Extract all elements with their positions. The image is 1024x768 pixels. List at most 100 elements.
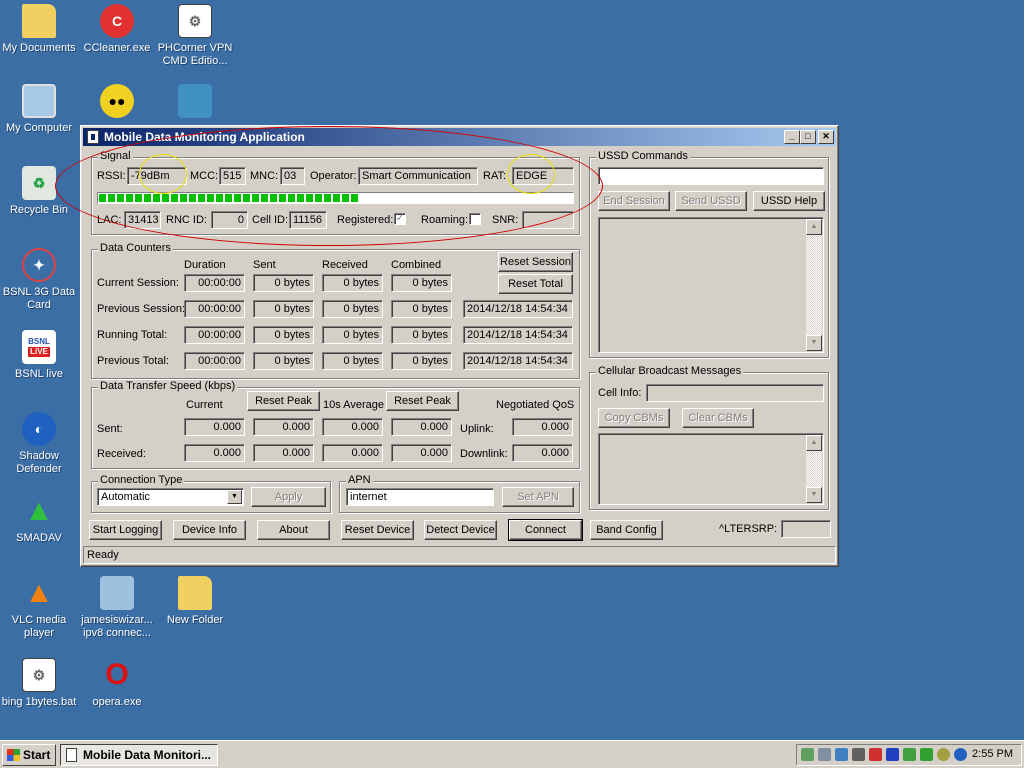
connection-type-value: Automatic [101, 491, 150, 503]
desktop-icon-ghost[interactable]: ●● [78, 84, 156, 122]
tray-volume-icon[interactable] [852, 748, 865, 761]
tray-grid-icon[interactable] [886, 748, 899, 761]
cell-info-label: Cell Info: [598, 387, 642, 399]
counter-row-label: Running Total: [97, 329, 168, 341]
tray-network-icon[interactable] [801, 748, 814, 761]
ussd-help-button[interactable]: USSD Help [753, 191, 825, 211]
copy-cbms-button[interactable]: Copy CBMs [598, 408, 670, 428]
cbm-scrollbar[interactable]: ▲ ▼ [806, 435, 822, 503]
start-button[interactable]: Start [2, 744, 56, 766]
desktop-icon-phcorner-vpn[interactable]: ⚙ PHCorner VPN CMD Editio... [156, 4, 234, 68]
counter-sent: 0 bytes [253, 274, 314, 292]
apply-button[interactable]: Apply [251, 487, 326, 507]
reset-total-button[interactable]: Reset Total [498, 274, 573, 294]
main-window: Mobile Data Monitoring Application _ □ ✕… [55, 125, 839, 567]
connect-button[interactable]: Connect [508, 519, 583, 541]
counter-timestamp: 2014/12/18 14:54:34 [463, 300, 573, 318]
desktop-icon-opera[interactable]: O opera.exe [78, 658, 156, 709]
desktop-icon-label: BSNL live [15, 368, 63, 380]
start-logging-button[interactable]: Start Logging [89, 520, 162, 540]
tray-monitor-icon[interactable] [903, 748, 916, 761]
app-phone-icon [66, 748, 77, 762]
ussd-scrollbar[interactable]: ▲ ▼ [806, 219, 822, 351]
speed-received-average: 0.000 [322, 444, 383, 462]
ghost-icon: ●● [100, 84, 134, 118]
col-current: Current [186, 399, 223, 411]
desktop-icon-label: My Documents [2, 42, 76, 54]
desktop-icon-my-computer[interactable]: My Computer [0, 84, 78, 135]
maximize-button[interactable]: □ [800, 130, 816, 144]
col-combined: Combined [391, 259, 442, 271]
batch-file-icon: ⚙ [178, 4, 212, 38]
scroll-down-icon[interactable]: ▼ [806, 335, 822, 351]
counter-duration: 00:00:00 [184, 326, 245, 344]
reset-peak-current-button[interactable]: Reset Peak [247, 391, 320, 411]
counter-duration: 00:00:00 [184, 300, 245, 318]
counter-row-label: Previous Total: [97, 355, 169, 367]
counter-received: 0 bytes [322, 300, 383, 318]
reset-device-button[interactable]: Reset Device [341, 520, 414, 540]
counter-combined: 0 bytes [391, 352, 452, 370]
desktop-icon-bsnl-live[interactable]: BSNL LiVE BSNL live [0, 330, 78, 381]
reset-peak-average-button[interactable]: Reset Peak [386, 391, 459, 411]
counter-row-label: Previous Session: [97, 303, 186, 315]
desktop-icon-label: My Computer [5, 122, 73, 134]
ussd-input[interactable] [598, 167, 824, 185]
desktop-icon-my-documents[interactable]: My Documents [0, 4, 78, 55]
band-config-button[interactable]: Band Config [590, 520, 663, 540]
clock[interactable]: 2:55 PM [972, 748, 1013, 760]
connection-type-select[interactable]: Automatic ▼ [97, 488, 244, 506]
set-apn-button[interactable]: Set APN [502, 487, 574, 507]
close-button[interactable]: ✕ [818, 130, 834, 144]
send-ussd-button[interactable]: Send USSD [675, 191, 747, 211]
desktop-icon-new-folder[interactable]: New Folder [156, 576, 234, 627]
tray-shield-icon[interactable] [869, 748, 882, 761]
desktop-icon-jamesiswizar[interactable]: jamesiswizar... ipv8 connec... [78, 576, 156, 640]
tray-tools-icon[interactable] [818, 748, 831, 761]
desktop-icon-vlc[interactable]: ▲ VLC media player [0, 576, 78, 640]
windows-logo-icon [7, 749, 20, 761]
tray-defender-icon[interactable] [954, 748, 967, 761]
tray-disconnected-icon[interactable] [835, 748, 848, 761]
desktop-icon-ccleaner[interactable]: C CCleaner.exe [78, 4, 156, 55]
col-sent: Sent [253, 259, 276, 271]
col-negotiated-qos: Negotiated QoS [496, 399, 575, 411]
batch-file-icon: ⚙ [22, 658, 56, 692]
about-button[interactable]: About [257, 520, 330, 540]
counter-timestamp: 2014/12/18 14:54:34 [463, 352, 573, 370]
cbm-list[interactable]: ▲ ▼ [598, 433, 824, 505]
device-info-button[interactable]: Device Info [173, 520, 246, 540]
clear-cbms-button[interactable]: Clear CBMs [682, 408, 754, 428]
bsnl-live-icon: BSNL LiVE [22, 330, 56, 364]
ussd-response-list[interactable]: ▲ ▼ [598, 217, 824, 353]
counter-row-label: Current Session: [97, 277, 179, 289]
group-title: USSD Commands [596, 150, 690, 162]
tray-update-icon[interactable] [937, 748, 950, 761]
desktop-icon-person[interactable] [156, 84, 234, 122]
group-title: Data Transfer Speed (kbps) [98, 380, 238, 392]
dropdown-arrow-icon[interactable]: ▼ [227, 490, 242, 504]
speed-sent-average-peak: 0.000 [391, 418, 452, 436]
desktop-icon-shadow-defender[interactable]: ◐ Shadow Defender [0, 412, 78, 476]
scroll-up-icon[interactable]: ▲ [806, 219, 822, 235]
folder-icon [178, 576, 212, 610]
desktop-icon-label: opera.exe [92, 696, 142, 708]
tray-security-icon[interactable] [920, 748, 933, 761]
detect-device-button[interactable]: Detect Device [424, 520, 497, 540]
lte-rsrp-label: ^LTERSRP: [719, 523, 778, 535]
group-title: Connection Type [98, 474, 185, 486]
col-10s-average: 10s Average [323, 399, 384, 411]
desktop-icon-bsnl-3g[interactable]: ✦ BSNL 3G Data Card [0, 248, 78, 312]
taskbar-item-mobile-data[interactable]: Mobile Data Monitori... [60, 744, 218, 766]
scroll-down-icon[interactable]: ▼ [806, 487, 822, 503]
desktop-icon-bing-bat[interactable]: ⚙ bing 1bytes.bat [0, 658, 78, 709]
downlink-label: Downlink: [460, 448, 508, 460]
minimize-button[interactable]: _ [784, 130, 800, 144]
scroll-up-icon[interactable]: ▲ [806, 435, 822, 451]
apn-input[interactable]: internet [346, 488, 494, 506]
end-session-button[interactable]: End Session [598, 191, 670, 211]
downlink-value: 0.000 [512, 444, 573, 462]
desktop-icon-label: PHCorner VPN CMD Editio... [157, 42, 233, 67]
desktop-icon-smadav[interactable]: ▲ SMADAV [0, 494, 78, 545]
reset-session-button[interactable]: Reset Session [498, 252, 573, 272]
